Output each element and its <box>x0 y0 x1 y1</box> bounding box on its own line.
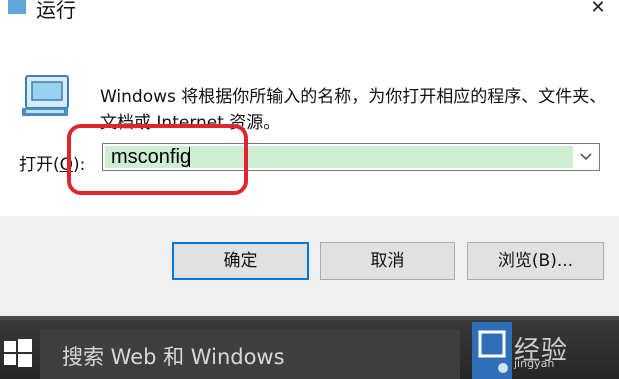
taskbar-search-box[interactable]: 搜索 Web 和 Windows <box>40 330 460 379</box>
window-title: 运行 <box>36 0 76 22</box>
title-bar: 运行 ✕ <box>0 0 619 22</box>
browse-button[interactable]: 浏览(B)... <box>467 242 604 280</box>
search-placeholder: 搜索 Web 和 Windows <box>62 345 285 369</box>
cancel-button[interactable]: 取消 <box>320 242 455 280</box>
annotation-highlight <box>67 124 248 195</box>
run-dialog: 运行 ✕ Windows 将根据你所输入的名称，为你打开相应的程序、文件夹、文档… <box>0 0 619 318</box>
ok-button[interactable]: 确定 <box>172 242 309 280</box>
button-bar: 确定 取消 浏览(B)... <box>0 216 619 316</box>
close-icon[interactable]: ✕ <box>584 0 612 20</box>
run-app-icon <box>8 0 26 14</box>
chevron-down-icon[interactable] <box>573 144 599 170</box>
watermark-logo-icon <box>472 322 512 379</box>
watermark-subtext: jingyan <box>514 357 555 370</box>
windows-start-icon[interactable] <box>4 339 32 367</box>
run-dialog-icon <box>22 75 69 116</box>
